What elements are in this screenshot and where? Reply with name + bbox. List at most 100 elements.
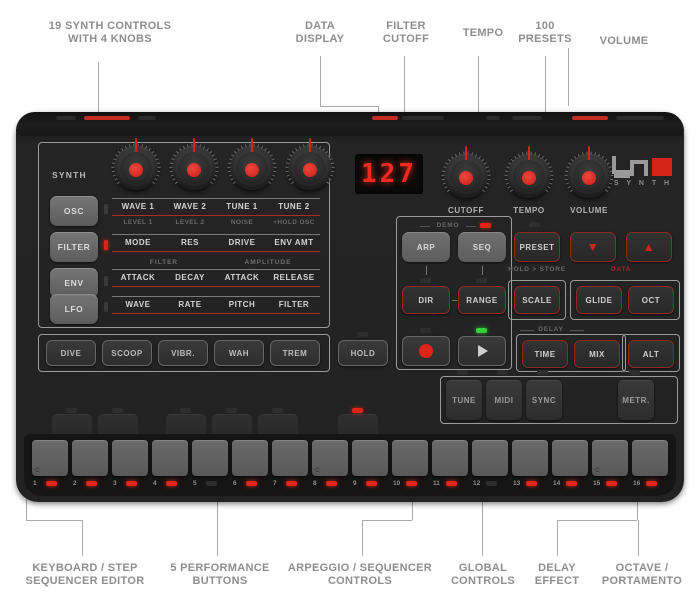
knob-label-tempo: TEMPO bbox=[513, 206, 545, 215]
knob-cutoff[interactable] bbox=[441, 146, 491, 198]
key-11[interactable] bbox=[432, 440, 468, 476]
leader-keyboard-b bbox=[26, 520, 83, 521]
callout-data-display: DATA DISPLAY bbox=[295, 20, 345, 45]
led-upper-6 bbox=[352, 408, 363, 413]
range-button[interactable]: RANGE bbox=[458, 286, 506, 314]
section-filter: FILTER bbox=[149, 259, 179, 266]
metr-pad[interactable]: METR. bbox=[618, 380, 654, 420]
key-number-9: 9 bbox=[353, 480, 357, 487]
uno-logo-wordmark: S Y N T H bbox=[613, 180, 673, 187]
mix-button[interactable]: MIX bbox=[574, 340, 620, 368]
key-number-15: 15 bbox=[593, 480, 601, 487]
param-tune-2: TUNE 2 bbox=[278, 202, 310, 211]
key-9[interactable] bbox=[352, 440, 388, 476]
glide-button[interactable]: GLIDE bbox=[576, 286, 622, 314]
key-13[interactable] bbox=[512, 440, 548, 476]
param-lfo-pitch: PITCH bbox=[228, 300, 256, 309]
led-upper-1 bbox=[66, 408, 77, 413]
uno-logo: S Y N T H bbox=[612, 154, 674, 198]
key-6[interactable] bbox=[232, 440, 268, 476]
knob-4[interactable] bbox=[285, 138, 335, 190]
led-play bbox=[476, 328, 487, 333]
leader-tempo-a bbox=[478, 56, 479, 112]
bevel-mark-left bbox=[84, 116, 130, 120]
key-8[interactable]: C bbox=[312, 440, 348, 476]
seq-button[interactable]: SEQ bbox=[458, 232, 506, 262]
led-upper-3 bbox=[180, 408, 191, 413]
key-led-14 bbox=[566, 481, 577, 486]
callout-volume: VOLUME bbox=[599, 35, 649, 47]
synth-button-osc[interactable]: OSC bbox=[50, 196, 98, 226]
perf-button-vibr[interactable]: VIBR. bbox=[158, 340, 208, 366]
param-mode: MODE bbox=[125, 238, 151, 247]
key-4[interactable] bbox=[152, 440, 188, 476]
key-7[interactable] bbox=[272, 440, 308, 476]
key-16[interactable] bbox=[632, 440, 668, 476]
key-2[interactable] bbox=[72, 440, 108, 476]
key-1[interactable]: C bbox=[32, 440, 68, 476]
bevel-dark-6 bbox=[616, 116, 664, 120]
env-row-botline bbox=[112, 286, 320, 288]
key-3[interactable] bbox=[112, 440, 148, 476]
preset-button[interactable]: PRESET bbox=[514, 232, 560, 262]
data-up-button[interactable]: ▲ bbox=[626, 232, 672, 262]
data-down-button[interactable]: ▼ bbox=[570, 232, 616, 262]
sub-noise: NOISE bbox=[230, 219, 254, 226]
synth-button-filter[interactable]: FILTER bbox=[50, 232, 98, 262]
led-metr bbox=[629, 370, 640, 375]
preset-sublabel: HOLD > STORE bbox=[508, 266, 566, 273]
key-14[interactable] bbox=[552, 440, 588, 476]
knob-tempo[interactable] bbox=[504, 146, 554, 198]
key-15[interactable]: C bbox=[592, 440, 628, 476]
hold-button[interactable]: HOLD bbox=[338, 340, 388, 366]
led-tune bbox=[457, 370, 468, 375]
arp-button[interactable]: ARP bbox=[402, 232, 450, 262]
key-number-10: 10 bbox=[393, 480, 401, 487]
time-button[interactable]: TIME bbox=[522, 340, 568, 368]
callout-performance-buttons: 5 PERFORMANCE BUTTONS bbox=[170, 562, 270, 587]
knob-3[interactable] bbox=[227, 138, 277, 190]
scale-button[interactable]: SCALE bbox=[514, 286, 560, 314]
perf-button-wah[interactable]: WAH bbox=[214, 340, 264, 366]
key-led-15 bbox=[606, 481, 617, 486]
dir-button[interactable]: DIR bbox=[402, 286, 450, 314]
alt-button[interactable]: ALT bbox=[628, 340, 674, 368]
osc-row-botline bbox=[112, 215, 320, 217]
callout-arp-seq-controls: ARPEGGIO / SEQUENCER CONTROLS bbox=[287, 562, 433, 587]
record-button[interactable] bbox=[402, 336, 450, 366]
key-10[interactable] bbox=[392, 440, 428, 476]
oct-button[interactable]: OCT bbox=[628, 286, 674, 314]
param-f-attack: ATTACK bbox=[120, 273, 156, 282]
param-drive: DRIVE bbox=[228, 238, 256, 247]
key-led-1 bbox=[46, 481, 57, 486]
key-12[interactable] bbox=[472, 440, 508, 476]
perf-button-dive[interactable]: DIVE bbox=[46, 340, 96, 366]
tune-pad[interactable]: TUNE bbox=[446, 380, 482, 420]
led-record bbox=[420, 328, 431, 333]
key-number-1: 1 bbox=[33, 480, 37, 487]
leader-octave-a bbox=[638, 520, 639, 556]
leader-filter-cutoff-a bbox=[404, 56, 405, 116]
led-range bbox=[476, 278, 487, 283]
key-note-label: C bbox=[595, 467, 600, 474]
sub-level-1: LEVEL 1 bbox=[123, 219, 153, 226]
bevel-dark-1 bbox=[56, 116, 76, 120]
play-button[interactable] bbox=[458, 336, 506, 366]
led-hold bbox=[357, 332, 368, 337]
synth-button-lfo[interactable]: LFO bbox=[50, 294, 98, 324]
param-a-release: RELEASE bbox=[273, 273, 315, 282]
sync-pad[interactable]: SYNC bbox=[526, 380, 562, 420]
key-5[interactable] bbox=[192, 440, 228, 476]
callout-tempo: TEMPO bbox=[462, 27, 504, 39]
uno-synth-device: SYNTH OSC WAVE 1 WAVE 2 TUNE 1 TUNE 2 LE… bbox=[16, 112, 684, 502]
midi-pad[interactable]: MIDI bbox=[486, 380, 522, 420]
callout-global-controls: GLOBAL CONTROLS bbox=[450, 562, 516, 587]
param-env-amt: ENV AMT bbox=[274, 238, 314, 247]
key-led-12 bbox=[486, 481, 497, 486]
knob-1[interactable] bbox=[111, 138, 161, 190]
perf-button-scoop[interactable]: SCOOP bbox=[102, 340, 152, 366]
keyboard-step-sequencer: C 1 2 3 4 5 6 7 C 8 9 10 11 12 13 14 C 15 16 bbox=[24, 434, 676, 496]
perf-button-trem[interactable]: TREM bbox=[270, 340, 320, 366]
knob-volume[interactable] bbox=[564, 146, 614, 198]
knob-2[interactable] bbox=[169, 138, 219, 190]
